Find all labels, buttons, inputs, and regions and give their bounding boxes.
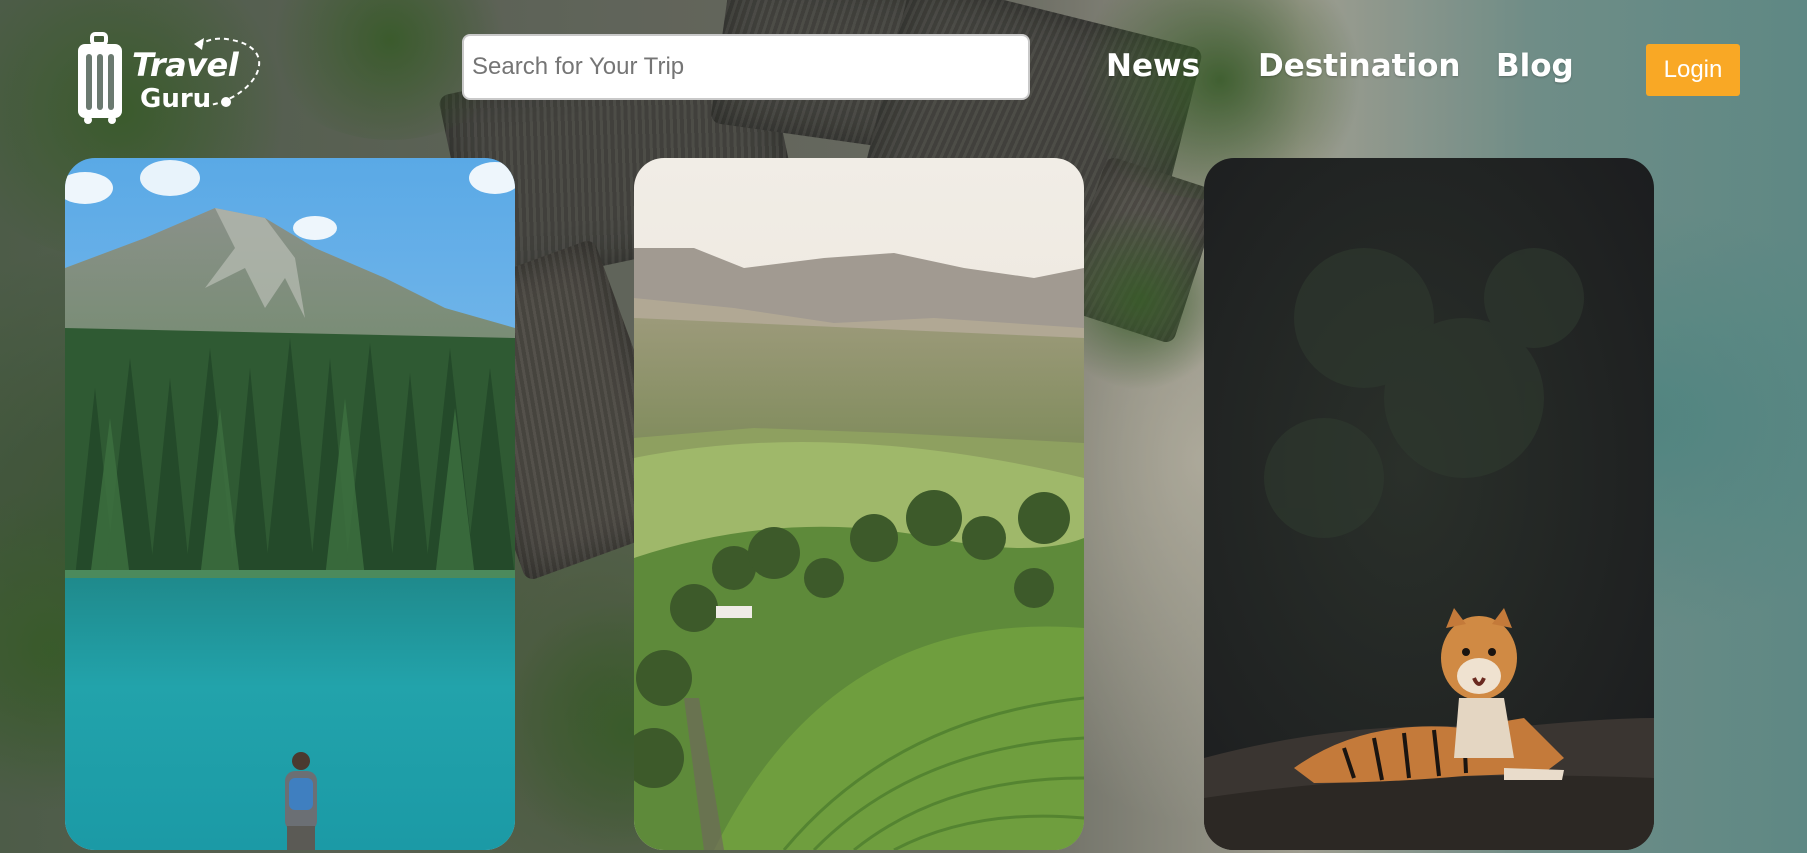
destination-card-hills[interactable] xyxy=(634,158,1084,850)
mountain-lake-photo xyxy=(65,158,515,850)
nav-blog[interactable]: Blog xyxy=(1496,48,1574,84)
nav-destination[interactable]: Destination xyxy=(1258,48,1460,84)
hills-tea-plantation-photo xyxy=(634,158,1084,850)
logo[interactable]: Travel Guru xyxy=(74,30,274,126)
search-input[interactable] xyxy=(462,34,1030,100)
login-button[interactable]: Login xyxy=(1646,44,1740,96)
logo-text-guru: Guru xyxy=(140,84,212,114)
destination-card-mountain-lake[interactable] xyxy=(65,158,515,850)
destination-card-tiger[interactable] xyxy=(1204,158,1654,850)
nav-news[interactable]: News xyxy=(1106,48,1200,84)
logo-text-travel: Travel xyxy=(132,46,239,84)
tiger-forest-photo xyxy=(1204,158,1654,850)
